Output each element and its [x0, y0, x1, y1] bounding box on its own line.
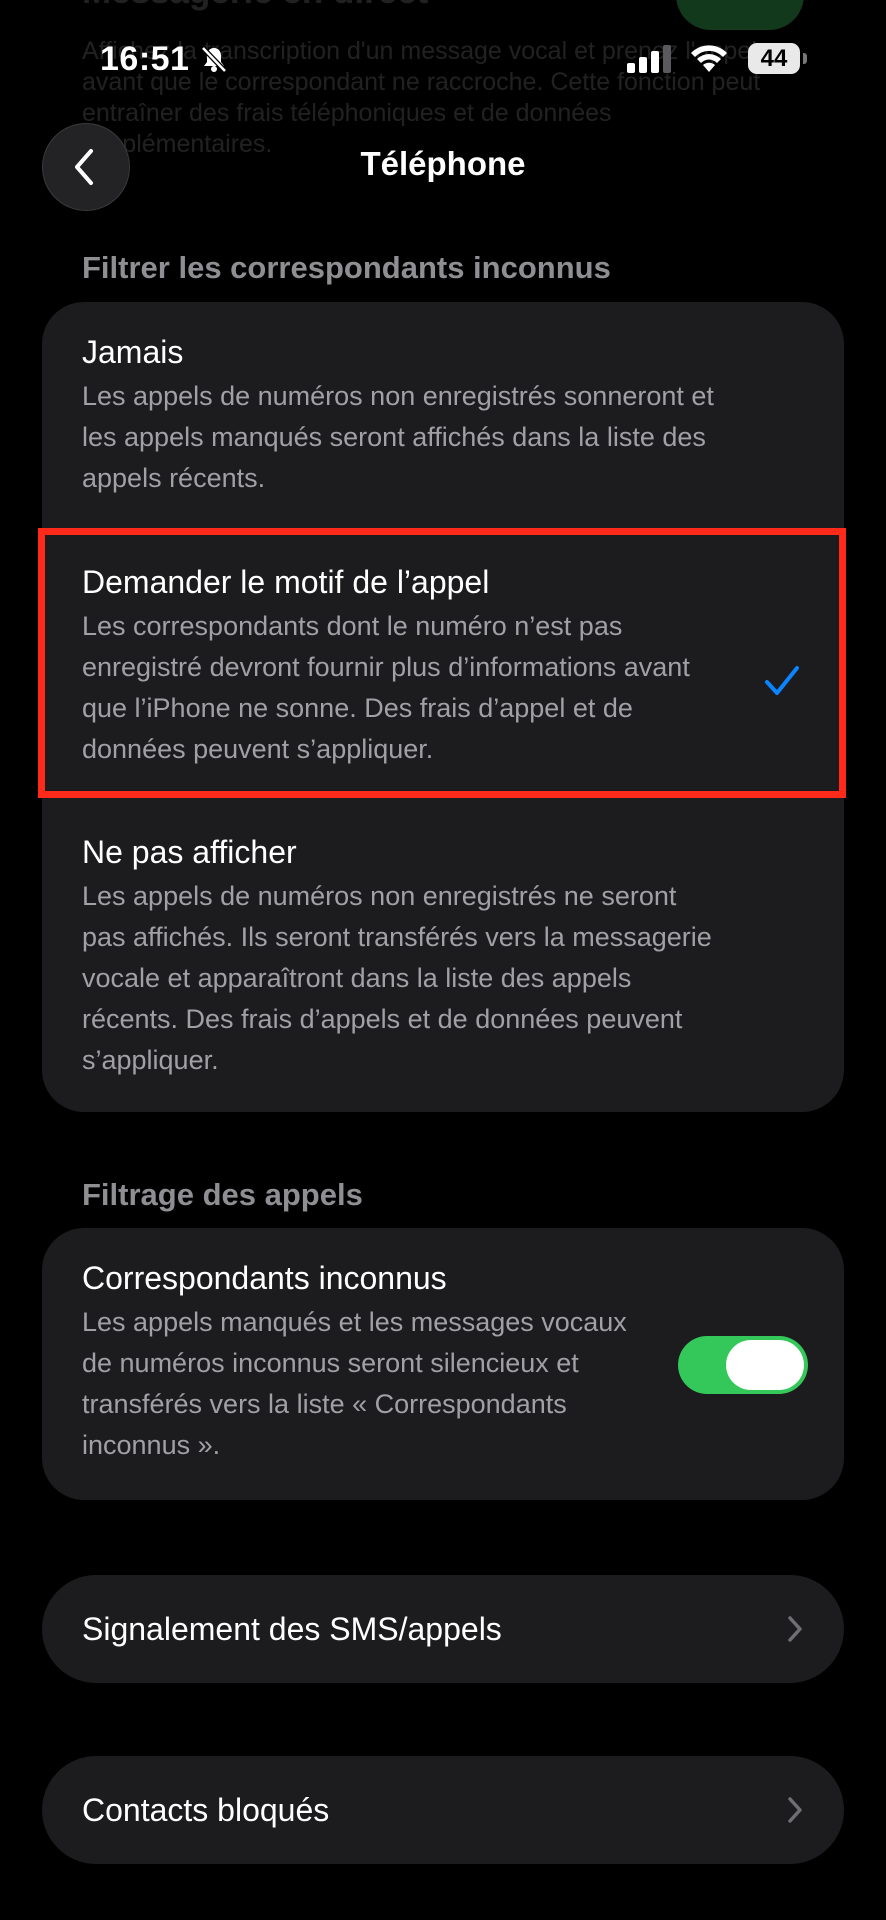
option-description: Les appels de numéros non enregistrés ne… [82, 881, 712, 1075]
option-title: Ne pas afficher [82, 834, 297, 870]
screening-card: Correspondants inconnus Les appels manqu… [42, 1228, 844, 1500]
unknown-callers-toggle[interactable] [678, 1336, 808, 1394]
toggle-knob [726, 1340, 804, 1390]
blocked-contacts-label: Contacts bloqués [82, 1792, 330, 1828]
unknown-callers-item: Correspondants inconnus Les appels manqu… [82, 1258, 642, 1466]
unknown-callers-description: Les appels manqués et les messages vocau… [82, 1307, 627, 1460]
chevron-right-icon [786, 1615, 804, 1648]
battery-cap [803, 53, 807, 64]
bell-slash-icon [200, 45, 228, 78]
page-title: Téléphone [360, 145, 526, 182]
section-header-screening: Filtrage des appels [82, 1177, 363, 1212]
unknown-callers-title: Correspondants inconnus [82, 1260, 447, 1296]
status-bar: 16:51 44 [0, 0, 886, 110]
highlight-annotation [38, 528, 846, 798]
battery-indicator: 44 [748, 43, 800, 74]
chevron-right-icon [786, 1796, 804, 1829]
cellular-signal-icon [627, 45, 673, 78]
blocked-contacts-row[interactable]: Contacts bloqués [42, 1756, 844, 1864]
sms-call-reporting-row[interactable]: Signalement des SMS/appels [42, 1575, 844, 1683]
option-do-not-show[interactable]: Ne pas afficher Les appels de numéros no… [82, 832, 722, 1081]
status-time: 16:51 [100, 40, 190, 78]
section-header-filter: Filtrer les correspondants inconnus [82, 250, 611, 285]
wifi-icon [688, 42, 730, 79]
option-description: Les appels de numéros non enregistrés so… [82, 381, 714, 493]
option-title: Jamais [82, 334, 184, 370]
option-never[interactable]: Jamais Les appels de numéros non enregis… [82, 332, 722, 499]
sms-call-reporting-label: Signalement des SMS/appels [82, 1611, 502, 1647]
